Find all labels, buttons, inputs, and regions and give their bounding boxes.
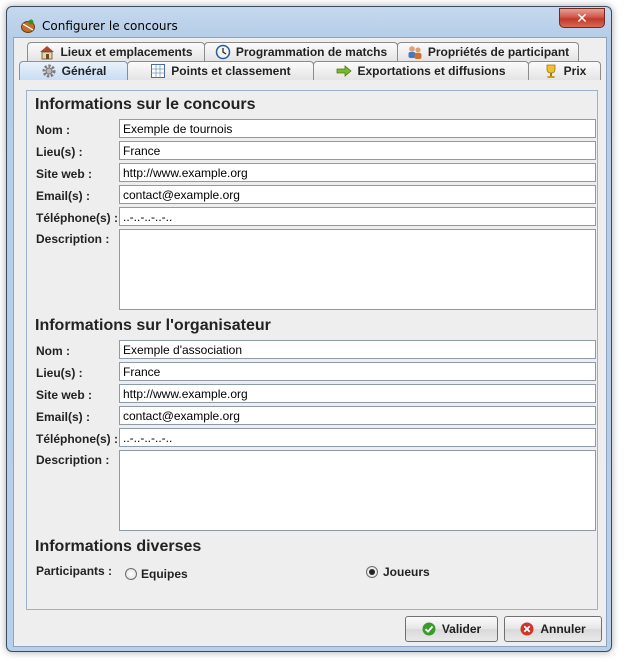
organizer-email-label: Email(s) : (36, 410, 91, 424)
trophy-icon (546, 64, 556, 78)
grid-icon (151, 64, 166, 78)
title-bar[interactable]: Configurer le concours ✕ (7, 7, 611, 37)
competition-place-input[interactable] (119, 141, 596, 160)
competition-email-input[interactable] (119, 185, 596, 204)
competition-email-label: Email(s) : (36, 189, 91, 203)
radio-players-label[interactable]: Joueurs (383, 565, 430, 579)
tab-label: Prix (563, 64, 587, 78)
tab-participant-properties[interactable]: Propriétés de participant (397, 42, 579, 61)
arrow-right-icon (337, 65, 353, 77)
cancel-button[interactable]: Annuler (504, 616, 602, 642)
organizer-description-textarea[interactable] (119, 450, 596, 531)
close-button[interactable]: ✕ (559, 8, 605, 28)
organizer-website-label: Site web : (36, 388, 93, 402)
organizer-website-input[interactable] (119, 384, 596, 403)
tab-match-scheduling[interactable]: Programmation de matchs (204, 42, 398, 61)
clock-icon (215, 44, 231, 60)
organizer-place-input[interactable] (119, 362, 596, 381)
tab-prizes[interactable]: Prix (528, 61, 601, 80)
app-icon (21, 19, 35, 33)
general-panel: Informations sur le concours Nom : Lieu(… (26, 90, 598, 610)
users-icon (408, 46, 422, 59)
tab-row-2: Général Points et classement Exportation… (14, 61, 606, 81)
ok-button-label: Valider (441, 622, 482, 636)
organizer-email-input[interactable] (119, 406, 596, 425)
tab-label: Programmation de matchs (235, 45, 388, 59)
competition-place-label: Lieu(s) : (36, 145, 83, 159)
organizer-name-label: Nom : (36, 344, 70, 358)
competition-phone-input[interactable] (119, 207, 596, 226)
cancel-button-label: Annuler (540, 622, 586, 636)
organizer-phone-label: Téléphone(s) : (36, 432, 119, 446)
cancel-icon (520, 622, 534, 636)
competition-name-label: Nom : (36, 123, 70, 137)
tab-row-1: Lieux et emplacements Programmation de m… (14, 42, 606, 62)
tab-label: Lieux et emplacements (60, 45, 193, 59)
radio-teams[interactable] (125, 568, 137, 580)
tab-label: Exportations et diffusions (357, 64, 506, 78)
misc-section-title: Informations diverses (35, 538, 202, 555)
gear-icon (42, 64, 56, 78)
participants-label: Participants : (36, 564, 113, 578)
competition-name-input[interactable] (119, 119, 596, 138)
check-icon (422, 622, 436, 636)
ok-button[interactable]: Valider (405, 616, 498, 642)
competition-description-textarea[interactable] (119, 229, 596, 310)
tab-label: Général (61, 64, 107, 78)
radio-players[interactable] (366, 566, 378, 578)
competition-website-label: Site web : (36, 167, 93, 181)
organizer-place-label: Lieu(s) : (36, 366, 83, 380)
tab-label: Propriétés de participant (427, 45, 570, 59)
tab-venues[interactable]: Lieux et emplacements (27, 42, 205, 61)
tab-points-ranking[interactable]: Points et classement (127, 61, 314, 80)
organizer-phone-input[interactable] (119, 428, 596, 447)
tab-label: Points et classement (171, 64, 291, 78)
house-icon (40, 46, 55, 60)
organizer-section-title: Informations sur l'organisateur (35, 317, 271, 334)
tab-general[interactable]: Général (19, 61, 128, 80)
competition-website-input[interactable] (119, 163, 596, 182)
competition-phone-label: Téléphone(s) : (36, 211, 119, 225)
radio-teams-label[interactable]: Equipes (141, 567, 188, 581)
competition-section-title: Informations sur le concours (35, 96, 256, 113)
organizer-name-input[interactable] (119, 340, 596, 359)
close-icon: ✕ (576, 10, 588, 26)
dialog-window: Configurer le concours ✕ Lieux et emplac… (6, 6, 612, 652)
competition-description-label: Description : (36, 232, 110, 246)
tab-exports-broadcasts[interactable]: Exportations et diffusions (313, 61, 529, 80)
dialog-content: Lieux et emplacements Programmation de m… (13, 37, 607, 647)
organizer-description-label: Description : (36, 453, 110, 467)
window-title: Configurer le concours (42, 19, 178, 33)
